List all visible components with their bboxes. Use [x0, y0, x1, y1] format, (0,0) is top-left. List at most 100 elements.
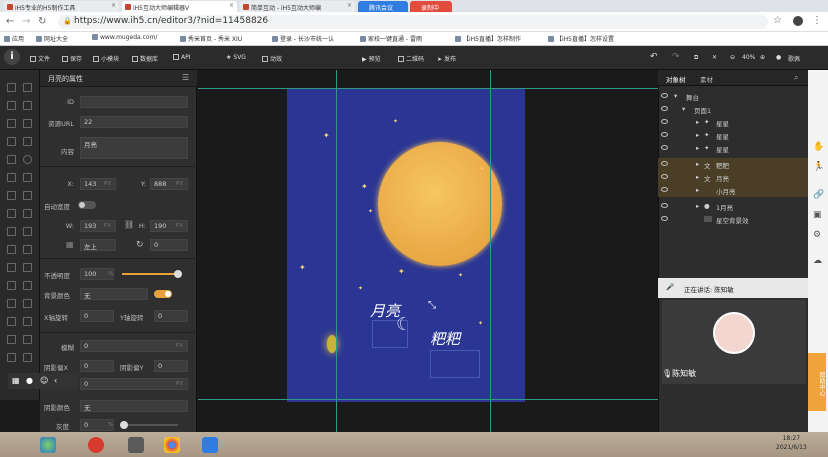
visibility-eye-icon[interactable] [661, 203, 668, 208]
autosize-toggle[interactable] [78, 201, 96, 209]
video-icon[interactable]: ▣ [813, 210, 822, 220]
grayscale-slider-handle[interactable] [120, 421, 128, 429]
shadowcolor-field[interactable]: 无 [80, 400, 188, 412]
start-icon[interactable] [40, 437, 56, 453]
cloud-icon[interactable]: ☁ [813, 256, 822, 266]
star-decoration[interactable]: ✦ [398, 268, 405, 276]
shadowy-field[interactable]: 0 [154, 360, 188, 372]
share-tool-icon[interactable] [7, 335, 16, 344]
brush-tool-icon[interactable] [7, 227, 16, 236]
bookmark-item[interactable]: 秀米首页 - 秀米 XIU [180, 34, 242, 43]
close-icon[interactable]: × [111, 2, 116, 9]
star-decoration[interactable]: ✦ [393, 118, 398, 126]
help-center-button[interactable]: 帮助中心 [808, 353, 826, 411]
preview-button[interactable]: ▶ 预览 [362, 54, 381, 63]
url-field[interactable]: 🔒 https://www.ih5.cn/editor3/?nid=114588… [58, 15, 768, 29]
user-tool-icon[interactable] [23, 335, 32, 344]
edit-tool-icon[interactable] [23, 101, 32, 110]
anchor-select[interactable]: 左上 [80, 239, 116, 251]
media-tool-icon[interactable] [7, 119, 16, 128]
qrcode-button[interactable]: 二维码 [398, 54, 424, 63]
chevron-down-icon[interactable]: ▾ [674, 92, 677, 100]
settings-tool-icon[interactable] [7, 209, 16, 218]
tree-item-image[interactable]: ▸ 小月亮 [658, 184, 808, 197]
reload-icon[interactable]: ↻ [38, 16, 46, 27]
link-ratio-icon[interactable]: ⛓ [124, 220, 134, 229]
timer-tool-icon[interactable] [7, 281, 16, 290]
close-icon[interactable]: × [347, 2, 352, 9]
chevron-right-icon[interactable]: ▸ [696, 118, 699, 126]
close-icon[interactable]: × [229, 2, 234, 9]
opacity-slider-track[interactable] [122, 270, 182, 278]
visibility-eye-icon[interactable] [661, 93, 668, 98]
tree-item-star[interactable]: ▸ ✦ 星星 [658, 142, 808, 155]
chevron-right-icon[interactable]: ▸ [696, 202, 699, 210]
visibility-eye-icon[interactable] [661, 119, 668, 124]
id-field[interactable] [80, 96, 188, 108]
line-tool-icon[interactable] [7, 173, 16, 182]
anchor-grid-icon[interactable]: ▦ [66, 240, 74, 249]
physics-tool-icon[interactable] [7, 299, 16, 308]
api-button[interactable]: API [173, 54, 191, 61]
chart-tool-icon[interactable] [7, 245, 16, 254]
zoom-out-icon[interactable]: ⊖ [730, 54, 735, 61]
save-button[interactable]: 保存 [62, 54, 82, 63]
visibility-eye-icon[interactable] [661, 106, 668, 111]
tree-item-text[interactable]: ▸ 文粑粑 [658, 158, 808, 171]
visibility-eye-icon[interactable] [661, 216, 668, 221]
netease-music-icon[interactable] [88, 437, 104, 453]
camera-tool-icon[interactable] [7, 317, 16, 326]
user-name[interactable]: 歌佩 [788, 54, 800, 63]
delete-icon[interactable]: ✕ [712, 54, 717, 61]
star-decoration[interactable]: ✦ [478, 320, 483, 328]
tree-item-stage[interactable]: ▾ 舞台 [658, 90, 808, 103]
forward-icon[interactable]: → [22, 16, 30, 27]
bookmark-item[interactable]: 网址大全 [36, 34, 68, 43]
zoom-in-icon[interactable]: ⊕ [760, 54, 765, 61]
path-tool-icon[interactable] [23, 173, 32, 182]
chevron-left-icon[interactable]: ‹ [54, 376, 57, 385]
grid-icon[interactable]: ▦ [12, 376, 20, 385]
tree-item-background[interactable]: 星空背景效 [658, 213, 808, 226]
audio-tool-icon[interactable] [23, 119, 32, 128]
star-decoration[interactable]: ✦ [458, 272, 463, 280]
guide-line-vertical[interactable] [490, 70, 491, 432]
crescent-moon-image[interactable]: ☾ [396, 314, 412, 335]
star-decoration[interactable]: ✦ [299, 264, 306, 272]
bookmark-item[interactable]: 应用 [4, 34, 24, 43]
app-icon[interactable] [128, 437, 144, 453]
browser-tab[interactable]: iH5专业的H5制作工具 × [4, 1, 119, 12]
menu-dots-icon[interactable]: ⋮ [812, 15, 822, 26]
database-button[interactable]: 数据库 [132, 54, 158, 63]
visibility-eye-icon[interactable] [661, 187, 668, 192]
visibility-eye-icon[interactable] [661, 132, 668, 137]
table-tool-icon[interactable] [23, 245, 32, 254]
undo-icon[interactable]: ↶ [650, 52, 658, 62]
bookmark-item[interactable]: 【iH5直播】怎样制作 [455, 34, 521, 43]
bookmark-star-icon[interactable]: ☆ [773, 15, 782, 26]
gesture-tool-icon[interactable] [23, 317, 32, 326]
bookmark-item[interactable]: 【iH5直播】怎样设置 [548, 34, 614, 43]
bgcolor-field[interactable]: 无 [80, 288, 148, 300]
tree-item-star[interactable]: ▸ ✦ 星星 [658, 129, 808, 142]
tree-item-star[interactable]: ▸ ✦ 星星 [658, 116, 808, 129]
chevron-right-icon[interactable]: ▸ [696, 173, 699, 181]
user-icon[interactable]: ● [776, 54, 781, 61]
tree-item-text[interactable]: ▸ 文月亮 [658, 171, 808, 184]
button-tool-icon[interactable] [7, 137, 16, 146]
profile-icon[interactable] [793, 16, 803, 26]
publish-button[interactable]: ➤ 发布 [437, 54, 456, 63]
chat-icon[interactable]: ● [26, 376, 33, 385]
slide-tool-icon[interactable] [23, 191, 32, 200]
svg-button[interactable]: ★ SVG [226, 54, 246, 61]
meeting-app-icon[interactable] [202, 437, 218, 453]
star-decoration[interactable]: ✦ [323, 132, 330, 140]
back-icon[interactable]: ← [6, 16, 14, 27]
bgcolor-toggle[interactable] [154, 290, 172, 298]
file-button[interactable]: 文件 [30, 54, 50, 63]
star-decoration[interactable]: ✦ [368, 208, 373, 216]
chevron-right-icon[interactable]: ▸ [696, 160, 699, 168]
bookmark-item[interactable]: 家校一键直通 - 雷雨 [360, 34, 422, 43]
settings-icon[interactable]: ⚙ [813, 230, 821, 240]
poem-text-papa[interactable]: 粑粑 [430, 328, 460, 349]
